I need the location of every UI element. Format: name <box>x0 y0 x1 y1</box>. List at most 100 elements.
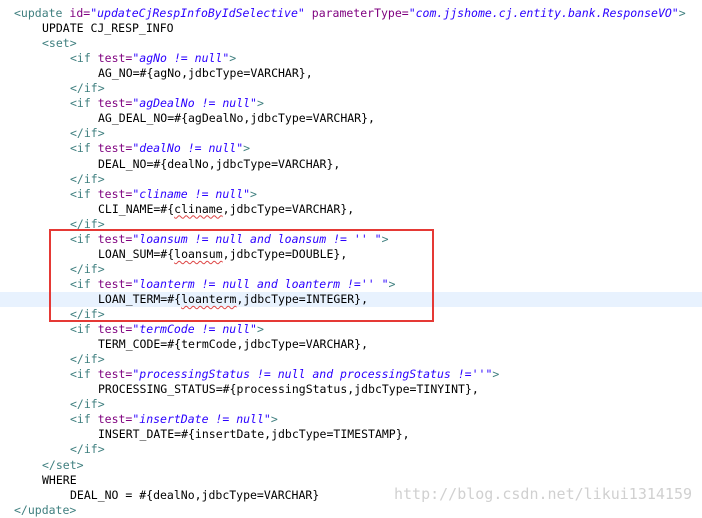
code-line[interactable]: LOAN_TERM=#{loanterm,jdbcType=INTEGER}, <box>0 291 702 307</box>
xml-attribute-value: "com.jjshome.cj.entity.bank.ResponseVO" <box>408 6 679 20</box>
code-line[interactable]: </if> <box>0 126 702 141</box>
code-line[interactable]: </if> <box>0 307 702 322</box>
sql-text: DEAL_NO = #{dealNo,jdbcType=VARCHAR} <box>70 487 320 502</box>
code-line-content: <if test="loansum != null and loansum !=… <box>70 232 389 247</box>
code-line-content: <if test="agDealNo != null"> <box>70 96 264 111</box>
xml-attribute-value: "cliname != null" <box>132 186 251 201</box>
code-line[interactable]: </set> <box>0 458 702 473</box>
code-line[interactable]: PROCESSING_STATUS=#{processingStatus,jdb… <box>0 382 702 397</box>
sql-text: LOAN_SUM=#{loansum,jdbcType=DOUBLE}, <box>98 246 348 261</box>
xml-attribute-value: "updateCjRespInfoByIdSelective" <box>90 6 305 20</box>
code-line[interactable]: <if test="agNo != null"> <box>0 51 702 66</box>
xml-tag: <if <box>70 96 91 111</box>
xml-attribute-name: test= <box>97 276 133 291</box>
xml-tag: </if> <box>70 216 105 231</box>
code-line-content: <if test="agNo != null"> <box>70 51 236 66</box>
code-line[interactable]: AG_DEAL_NO=#{agDealNo,jdbcType=VARCHAR}, <box>0 111 702 126</box>
code-line[interactable]: AG_NO=#{agNo,jdbcType=VARCHAR}, <box>0 66 702 81</box>
code-line[interactable]: TERM_CODE=#{termCode,jdbcType=VARCHAR}, <box>0 337 702 352</box>
xml-tag: </if> <box>70 171 105 186</box>
xml-tag: </if> <box>70 261 105 276</box>
code-line[interactable]: <if test="loansum != null and loansum !=… <box>0 232 702 247</box>
code-line[interactable]: WHERE <box>0 473 702 488</box>
xml-attribute-name: test= <box>97 141 133 156</box>
xml-tag: <if <box>70 186 91 201</box>
code-line-content: </set> <box>42 458 84 473</box>
code-line[interactable]: </if> <box>0 81 702 96</box>
code-line[interactable]: <if test="termCode != null"> <box>0 322 702 337</box>
code-line-content: TERM_CODE=#{termCode,jdbcType=VARCHAR}, <box>98 337 368 352</box>
code-line-content: DEAL_NO = #{dealNo,jdbcType=VARCHAR} <box>70 488 319 503</box>
code-line[interactable]: <if test="insertDate != null"> <box>0 412 702 427</box>
code-line[interactable]: <set> <box>0 36 702 51</box>
xml-tag: </if> <box>70 397 105 412</box>
code-line-content: <if test="dealNo != null"> <box>70 141 250 156</box>
xml-tag: <if <box>70 141 91 156</box>
sql-text: TERM_CODE=#{termCode,jdbcType=VARCHAR}, <box>98 337 369 352</box>
xml-tag: </if> <box>70 81 105 96</box>
xml-attribute-value: "termCode != null" <box>132 322 257 337</box>
code-line[interactable]: </if> <box>0 442 702 457</box>
xml-tag: </if> <box>70 442 105 457</box>
code-line-content: <if test="processingStatus != null and p… <box>70 367 499 382</box>
code-line[interactable]: LOAN_SUM=#{loansum,jdbcType=DOUBLE}, <box>0 247 702 262</box>
xml-tag: > <box>388 276 396 291</box>
spellcheck-word: cliname <box>174 201 223 216</box>
code-line[interactable]: </if> <box>0 397 702 412</box>
code-line-content: LOAN_SUM=#{loansum,jdbcType=DOUBLE}, <box>98 247 347 262</box>
xml-attribute-name: test= <box>97 96 133 111</box>
xml-attribute-name: test= <box>97 51 133 66</box>
sql-text: LOAN_TERM=#{loanterm,jdbcType=INTEGER}, <box>98 291 369 306</box>
code-editor[interactable]: <update id="updateCjRespInfoByIdSelectiv… <box>0 0 702 518</box>
code-line-content: INSERT_DATE=#{insertDate,jdbcType=TIMEST… <box>98 427 410 442</box>
code-line[interactable]: </if> <box>0 352 702 367</box>
spellcheck-word: loanterm <box>181 291 237 306</box>
code-line-content: PROCESSING_STATUS=#{processingStatus,jdb… <box>98 382 479 397</box>
sql-text: PROCESSING_STATUS=#{processingStatus,jdb… <box>98 382 479 397</box>
code-line[interactable]: <update id="updateCjRespInfoByIdSelectiv… <box>0 6 702 21</box>
code-line[interactable]: <if test="dealNo != null"> <box>0 141 702 156</box>
code-line-content: AG_DEAL_NO=#{agDealNo,jdbcType=VARCHAR}, <box>98 111 375 126</box>
xml-attribute-name: parameterType= <box>311 6 409 20</box>
code-line[interactable]: <if test="loanterm != null and loanterm … <box>0 277 702 292</box>
code-line-content: UPDATE CJ_RESP_INFO <box>42 21 174 36</box>
xml-attribute-value: "loansum != null and loansum != '' " <box>132 231 382 246</box>
code-line[interactable]: UPDATE CJ_RESP_INFO <box>0 21 702 36</box>
code-line[interactable]: <if test="cliname != null"> <box>0 187 702 202</box>
code-line[interactable]: INSERT_DATE=#{insertDate,jdbcType=TIMEST… <box>0 427 702 442</box>
xml-tag: > <box>381 231 389 246</box>
spellcheck-word: loansum <box>174 246 223 261</box>
code-line[interactable]: <if test="agDealNo != null"> <box>0 96 702 111</box>
code-line-content: AG_NO=#{agNo,jdbcType=VARCHAR}, <box>98 66 313 81</box>
xml-tag: </if> <box>70 352 105 367</box>
sql-text: INSERT_DATE=#{insertDate,jdbcType=TIMEST… <box>98 427 410 442</box>
code-line[interactable]: DEAL_NO = #{dealNo,jdbcType=VARCHAR} <box>0 488 702 503</box>
code-line-content: </if> <box>70 81 105 96</box>
xml-attribute-name: id= <box>69 6 91 20</box>
code-line-content: </if> <box>70 397 105 412</box>
xml-attribute-value: "processingStatus != null and processing… <box>132 367 493 382</box>
sql-text: AG_DEAL_NO=#{agDealNo,jdbcType=VARCHAR}, <box>98 111 375 126</box>
code-line[interactable]: DEAL_NO=#{dealNo,jdbcType=VARCHAR}, <box>0 157 702 172</box>
xml-tag: <if <box>70 51 91 66</box>
code-line[interactable]: </update> <box>0 503 702 518</box>
xml-tag: <update <box>14 6 63 20</box>
code-line-content: </if> <box>70 442 105 457</box>
code-line[interactable]: <if test="processingStatus != null and p… <box>0 367 702 382</box>
code-line-content: </if> <box>70 217 105 232</box>
code-line-content: <set> <box>42 36 77 51</box>
code-line-content: </if> <box>70 307 105 322</box>
code-line-content: DEAL_NO=#{dealNo,jdbcType=VARCHAR}, <box>98 157 340 172</box>
xml-tag: </if> <box>70 126 105 141</box>
code-line-content: <if test="insertDate != null"> <box>70 412 278 427</box>
code-line-content: <if test="termCode != null"> <box>70 322 264 337</box>
code-line[interactable]: </if> <box>0 262 702 277</box>
xml-tag: > <box>229 51 237 66</box>
code-line[interactable]: </if> <box>0 172 702 187</box>
code-line-content: CLI_NAME=#{cliname,jdbcType=VARCHAR}, <box>98 202 354 217</box>
code-line-content: </if> <box>70 262 105 277</box>
code-line[interactable]: CLI_NAME=#{cliname,jdbcType=VARCHAR}, <box>0 202 702 217</box>
xml-tag: <if <box>70 276 91 291</box>
code-line-content: WHERE <box>42 473 77 488</box>
code-line[interactable]: </if> <box>0 217 702 232</box>
